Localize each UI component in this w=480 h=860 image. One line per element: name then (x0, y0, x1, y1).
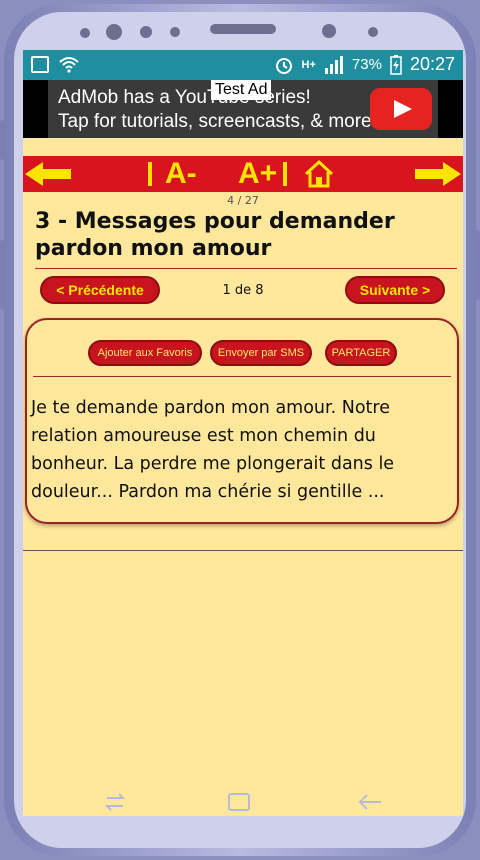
next-button[interactable]: Suivante > (345, 276, 445, 304)
message-counter: 4 / 27 (227, 194, 259, 207)
app-screen: H+ 73% 20:27 AdMob has a YouTube series!… (23, 50, 463, 816)
recent-apps-icon[interactable] (103, 792, 127, 812)
message-text: Je te demande pardon mon amour. Notre re… (31, 398, 395, 502)
send-sms-button[interactable]: Envoyer par SMS (210, 340, 312, 366)
system-nav-bar (23, 786, 463, 816)
phone-side-button (0, 240, 6, 310)
youtube-play-icon[interactable] (370, 88, 432, 130)
toolbar-separator (283, 162, 287, 186)
arrow-left-icon[interactable] (25, 160, 73, 188)
ad-headline: AdMob has a YouTube series! (58, 87, 311, 108)
phone-sensor (80, 28, 90, 38)
alarm-icon (275, 57, 292, 74)
previous-button[interactable]: < Précédente (40, 276, 160, 304)
divider (33, 376, 451, 377)
phone-camera (322, 24, 336, 38)
font-decrease-button[interactable]: A- (165, 157, 197, 191)
divider (35, 268, 457, 269)
network-type: H+ (301, 58, 316, 71)
back-icon[interactable] (357, 792, 383, 812)
test-ad-label: Test Ad (211, 80, 272, 100)
toolbar-separator (148, 162, 152, 186)
font-increase-button[interactable]: A+ (238, 157, 277, 191)
battery-percent: 73% (351, 56, 382, 73)
arrow-right-icon[interactable] (413, 160, 461, 188)
phone-sensor (368, 27, 378, 37)
wifi-icon (59, 57, 79, 73)
page-title: 3 - Messages pour demander pardon mon am… (35, 209, 395, 261)
status-bar: H+ 73% 20:27 (23, 50, 463, 80)
clock: 20:27 (409, 54, 455, 74)
add-favorite-button[interactable]: Ajouter aux Favoris (88, 340, 202, 366)
home-button-icon[interactable] (227, 792, 251, 812)
page-indicator: 1 de 8 (222, 283, 264, 298)
share-button[interactable]: PARTAGER (325, 340, 397, 366)
phone-camera (106, 24, 122, 40)
phone-sensor (140, 26, 152, 38)
home-icon[interactable] (303, 159, 335, 189)
phone-sensor (170, 27, 180, 37)
phone-side-button (474, 230, 480, 300)
phone-side-button (0, 120, 6, 160)
signal-icon (324, 55, 343, 74)
toolbar: A- A+ (23, 156, 463, 192)
battery-charging-icon (390, 54, 402, 75)
divider (23, 550, 463, 551)
ad-subtext: Tap for tutorials, screencasts, & more. (58, 111, 377, 132)
image-icon (31, 56, 49, 73)
phone-speaker (210, 24, 276, 34)
